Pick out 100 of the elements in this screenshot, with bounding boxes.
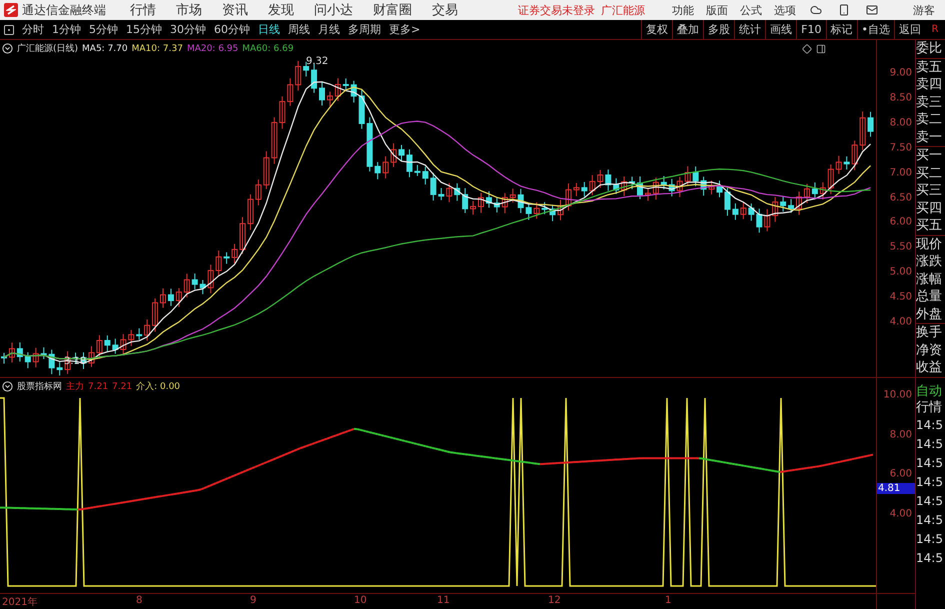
diamond-icon[interactable] <box>802 44 812 54</box>
quote-label: 外盘 <box>916 306 943 323</box>
low-price-label: 3.18 <box>64 356 86 367</box>
trade-time: 14:5 <box>916 416 944 434</box>
price-tick: 6.00 <box>890 216 912 228</box>
app-name: 通达信金融终端 <box>22 2 106 18</box>
menu-item[interactable]: 资讯 <box>222 1 248 19</box>
moving-average-label: MA20: 6.95 <box>186 44 238 54</box>
menu-item[interactable]: 功能 <box>672 2 694 18</box>
menu-item[interactable]: 公式 <box>740 2 762 18</box>
quote-label: 卖二 <box>916 111 943 128</box>
quote-label: 现价 <box>916 236 943 253</box>
quote-label: 买三 <box>916 182 943 200</box>
quote-label: 净资 <box>916 342 943 359</box>
quote-label: 涨幅 <box>916 270 943 288</box>
menu-item[interactable]: 交易 <box>432 1 458 19</box>
current-value-label: 4.81 <box>877 483 915 494</box>
menu-item[interactable]: 版面 <box>706 2 728 18</box>
stock-name: 广汇能源 <box>601 2 645 18</box>
login-notice: 证券交易未登录 <box>518 2 595 18</box>
indicator-tick: 8.00 <box>890 429 912 440</box>
toolbar-button[interactable]: •自选 <box>856 20 894 39</box>
date-label: 1 <box>665 595 672 606</box>
indicator-value: 7.21 <box>88 382 108 392</box>
price-tick: 8.50 <box>890 92 912 104</box>
phone-icon[interactable] <box>838 4 850 16</box>
moving-average-label: MA10: 7.37 <box>132 44 183 54</box>
side-tab[interactable]: 自动 <box>916 384 945 400</box>
moving-average-label: MA5: 7.70 <box>82 44 128 54</box>
period-tab[interactable]: 5分钟 <box>89 22 118 37</box>
menu-item[interactable]: 行情 <box>130 1 156 19</box>
quote-label: 卖四 <box>916 76 943 94</box>
price-tick: 7.50 <box>890 142 912 154</box>
price-tick: 7.00 <box>890 167 912 178</box>
date-label: 10 <box>354 595 367 606</box>
indicator-label: 主力 <box>66 380 84 393</box>
quote-label: 涨跌 <box>916 253 943 270</box>
menu-item[interactable]: 发现 <box>268 1 294 19</box>
trade-time: 14:5 <box>916 454 944 472</box>
quote-label: 买四 <box>916 200 943 217</box>
user-name[interactable]: 游客 <box>913 2 935 18</box>
toolbar-button[interactable]: 多股 <box>703 20 734 39</box>
menu-item[interactable]: 市场 <box>176 1 202 19</box>
cloud-icon[interactable] <box>810 4 822 16</box>
toolbar-button[interactable]: 画线 <box>765 20 796 39</box>
period-tab[interactable]: 更多> <box>389 22 420 37</box>
toolbar-button[interactable]: 统计 <box>734 20 766 39</box>
collapse-icon[interactable] <box>2 381 13 392</box>
quote-label: 委比 <box>916 40 943 58</box>
panel-icon[interactable] <box>3 24 15 36</box>
quote-label: 买五 <box>916 217 943 234</box>
price-tick: 5.50 <box>890 242 912 253</box>
date-label: 2021年 <box>2 596 38 609</box>
quote-label: 收益 <box>916 359 943 376</box>
trade-time: 14:5 <box>916 530 944 548</box>
corner-label: R <box>930 24 940 35</box>
quote-label: 卖三 <box>916 94 943 111</box>
toolbar-button[interactable]: 标记 <box>826 20 856 39</box>
trade-time: 14:5 <box>916 492 944 510</box>
trade-time: 14:5 <box>916 550 944 566</box>
period-tab[interactable]: 周线 <box>288 22 310 37</box>
toolbar-button[interactable]: 复权 <box>641 20 672 39</box>
toolbar-button[interactable]: 返回 <box>894 20 925 39</box>
indicator-tick: 4.00 <box>890 508 912 519</box>
moving-average-label: MA60: 6.69 <box>242 44 294 54</box>
quote-label: 买一 <box>916 147 943 164</box>
menu-item[interactable]: 问小达 <box>314 1 353 19</box>
date-label: 11 <box>437 595 450 606</box>
menu-item[interactable]: 财富圈 <box>373 1 412 19</box>
price-tick: 5.00 <box>890 266 912 278</box>
quote-label: 买二 <box>916 164 943 182</box>
menu-item[interactable]: 选项 <box>774 2 796 18</box>
period-tab[interactable]: 30分钟 <box>170 22 206 37</box>
period-tab[interactable]: 60分钟 <box>214 22 250 37</box>
quote-label: 换手 <box>916 324 943 342</box>
period-tab[interactable]: 月线 <box>318 22 340 37</box>
period-tab[interactable]: 分时 <box>22 22 44 37</box>
app-logo-icon <box>4 3 18 17</box>
trade-time: 14:5 <box>916 512 944 528</box>
toolbar-button[interactable]: F10 <box>796 20 826 39</box>
price-tick: 6.50 <box>890 192 912 203</box>
period-tab[interactable]: 1分钟 <box>52 22 81 37</box>
date-label: 12 <box>548 595 561 606</box>
indicator-tick: 6.00 <box>890 468 912 480</box>
mail-icon[interactable] <box>866 4 878 16</box>
price-tick: 9.00 <box>890 68 912 78</box>
indicator-name: 股票指标网 <box>17 380 62 393</box>
price-tick: 4.50 <box>890 292 912 303</box>
high-price-label: 9.32 <box>306 56 328 67</box>
panel-icon[interactable] <box>816 44 826 54</box>
date-label: 8 <box>136 595 142 606</box>
toolbar-button[interactable]: 叠加 <box>672 20 704 39</box>
period-tab[interactable]: 日线 <box>258 22 280 37</box>
trade-time: 14:5 <box>916 436 944 452</box>
side-tab[interactable]: 行情 <box>916 400 945 416</box>
period-tab[interactable]: 15分钟 <box>126 22 162 37</box>
chart-title: 广汇能源(日线) <box>17 42 78 55</box>
trade-time: 14:5 <box>916 474 944 490</box>
collapse-icon[interactable] <box>2 43 13 54</box>
period-tab[interactable]: 多周期 <box>348 22 381 37</box>
